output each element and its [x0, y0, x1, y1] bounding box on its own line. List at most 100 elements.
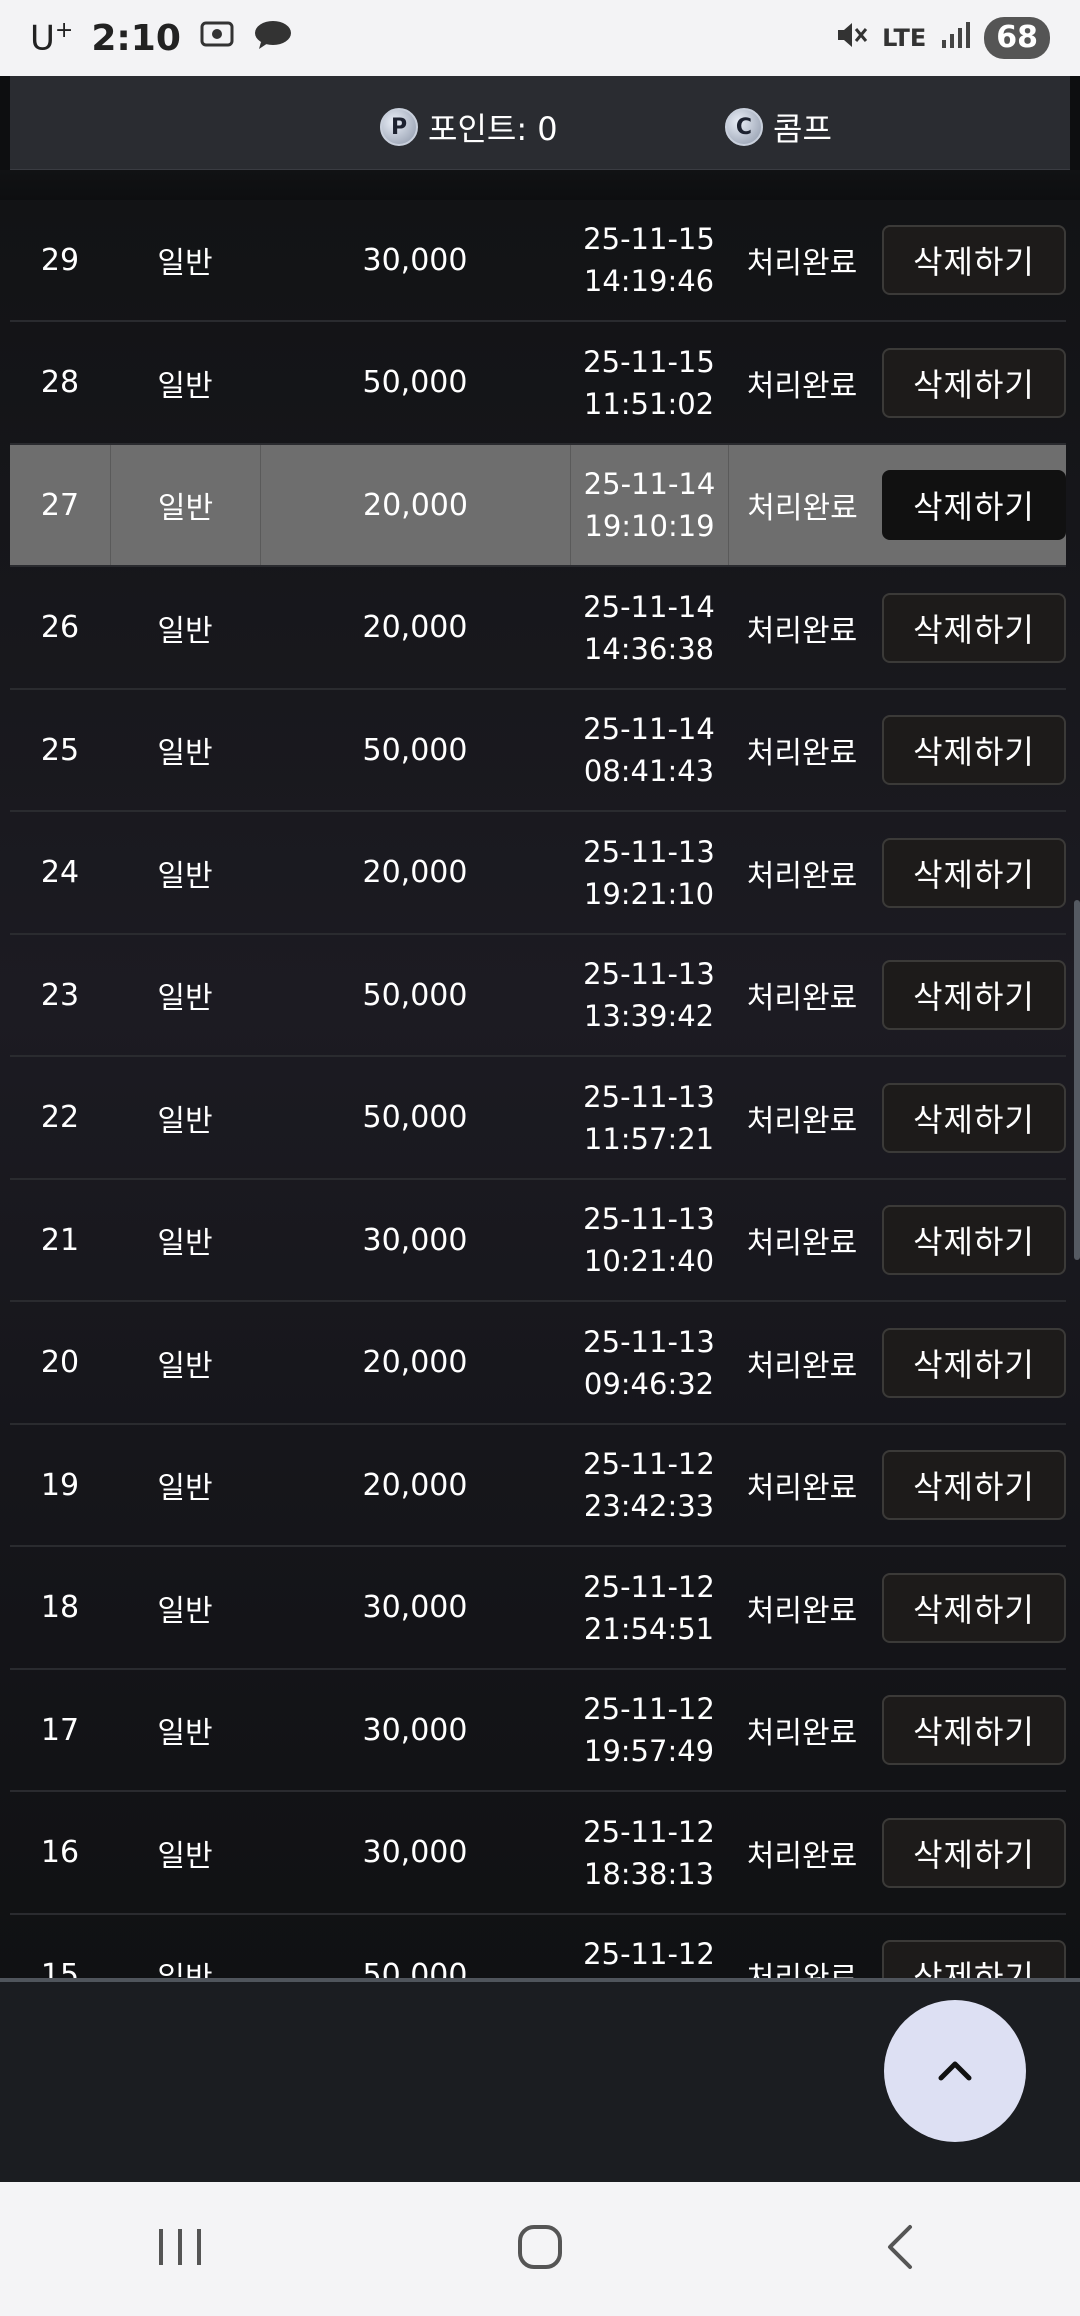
row-action: 삭제하기 [876, 1670, 1066, 1790]
row-time: 10:21:40 [583, 1244, 715, 1278]
signal-icon [940, 20, 971, 56]
table-row[interactable]: 29 일반 30,000 25-11-15 14:19:46 처리완료 삭제하기 [10, 200, 1066, 322]
row-amount: 50,000 [362, 732, 468, 768]
delete-button[interactable]: 삭제하기 [882, 1450, 1066, 1520]
header-shadow [0, 170, 1080, 200]
row-datetime: 25-11-13 10:21:40 [570, 1180, 728, 1300]
table-row[interactable]: 26 일반 20,000 25-11-14 14:36:38 처리완료 삭제하기 [10, 568, 1066, 690]
points-label: 포인트: 0 [428, 110, 558, 148]
row-type: 일반 [157, 368, 213, 404]
carrier-label: U+ [30, 17, 74, 59]
row-datetime: 25-11-1214:06:51 [570, 1915, 728, 1982]
row-time: 11:57:21 [583, 1121, 715, 1156]
table-row[interactable]: 20 일반 20,000 25-11-13 09:46:32 처리완료 삭제하기 [10, 1303, 1066, 1425]
table-row[interactable]: 28 일반 50,000 25-11-15 11:51:02 처리완료 삭제하기 [10, 323, 1066, 445]
row-status: 처리완료 [746, 1838, 858, 1874]
table-row[interactable]: 16 일반 30,000 25-11-12 18:38:13 처리완료 삭제하기 [10, 1793, 1066, 1915]
delete-button[interactable]: 삭제하기 [882, 960, 1066, 1030]
delete-button[interactable]: 삭제하기 [882, 470, 1066, 540]
row-datetime: 25-11-13 11:57:21 [570, 1058, 728, 1178]
delete-button[interactable]: 삭제하기 [882, 225, 1066, 295]
clock: 2:10 [91, 17, 181, 59]
row-number: 18 [40, 1590, 80, 1625]
row-status: 처리완료 [746, 736, 858, 771]
delete-button[interactable]: 삭제하기 [882, 1695, 1066, 1765]
row-date: 25-11-14 [583, 467, 716, 501]
status-left: U+ 2:10 [30, 18, 293, 59]
row-status: 처리완료 [746, 1716, 858, 1751]
row-date: 25-11-15 [583, 222, 715, 256]
table-row[interactable]: 17 일반 30,000 25-11-12 19:57:49 처리완료 삭제하기 [10, 1670, 1066, 1792]
scroll-top-button[interactable] [884, 2000, 1026, 2142]
row-amount: 50,000 [362, 365, 468, 400]
row-amount: 50,000 [362, 977, 468, 1013]
row-number: 29 [40, 242, 80, 278]
delete-button[interactable]: 삭제하기 [882, 592, 1066, 663]
row-action: 삭제하기 [876, 1303, 1066, 1423]
row-number: 23 [40, 977, 80, 1013]
scrollbar[interactable] [1074, 900, 1080, 1260]
nav-recent-button[interactable] [120, 2199, 240, 2299]
status-bar: U+ 2:10 LTE 68 [0, 0, 1080, 76]
delete-button[interactable]: 삭제하기 [882, 1327, 1066, 1398]
table-row[interactable]: 15 일반 50,000 25-11-1214:06:51 처리완료 삭제하기 [10, 1915, 1066, 1982]
delete-button[interactable]: 삭제하기 [882, 837, 1066, 908]
points-display: P 포인트: 0 [380, 104, 558, 150]
row-type: 일반 [157, 981, 213, 1016]
row-type: 일반 [157, 1103, 213, 1139]
row-amount: 50,000 [362, 1957, 468, 1983]
nav-back-button[interactable] [840, 2199, 960, 2299]
delete-button[interactable]: 삭제하기 [882, 1940, 1066, 1982]
delete-button[interactable]: 삭제하기 [882, 1572, 1066, 1643]
row-type: 일반 [157, 1348, 213, 1384]
row-date: 25-11-14 [583, 589, 715, 624]
table-row[interactable]: 23 일반 50,000 25-11-13 13:39:42 처리완료 삭제하기 [10, 935, 1066, 1057]
row-type: 일반 [157, 1716, 213, 1751]
row-action: 삭제하기 [876, 1058, 1066, 1178]
row-status: 처리완료 [746, 246, 858, 281]
row-datetime: 25-11-13 19:21:10 [570, 813, 728, 933]
row-time: 19:57:49 [583, 1734, 715, 1768]
row-type: 일반 [157, 858, 213, 894]
row-amount: 30,000 [362, 1712, 468, 1748]
mute-icon [834, 20, 868, 56]
row-number: 22 [40, 1100, 80, 1135]
delete-button[interactable]: 삭제하기 [882, 715, 1066, 785]
row-number: 20 [40, 1345, 80, 1380]
row-date: 25-11-12 [583, 1937, 715, 1971]
row-type: 일반 [157, 736, 213, 771]
comp-label: 콤프 [773, 110, 832, 148]
comp-display[interactable]: C 콤프 [725, 104, 832, 150]
row-datetime: 25-11-13 09:46:32 [570, 1303, 728, 1423]
row-action: 삭제하기 [876, 1180, 1066, 1300]
delete-button[interactable]: 삭제하기 [882, 1817, 1066, 1888]
history-table[interactable]: 29 일반 30,000 25-11-15 14:19:46 처리완료 삭제하기 28 일반 50… [0, 200, 1080, 1982]
chevron-up-icon [935, 2056, 975, 2086]
delete-button[interactable]: 삭제하기 [882, 1205, 1066, 1275]
screenshot-icon [199, 18, 235, 59]
messenger-icon [253, 18, 293, 59]
nav-home-button[interactable] [480, 2199, 600, 2299]
row-date: 25-11-12 [583, 1447, 715, 1481]
delete-button[interactable]: 삭제하기 [882, 1082, 1066, 1153]
row-number: 26 [40, 610, 80, 645]
row-number: 25 [40, 732, 80, 768]
home-icon [515, 2222, 565, 2276]
row-datetime: 25-11-12 21:54:51 [570, 1548, 728, 1668]
battery-indicator: 68 [984, 17, 1050, 59]
table-row[interactable]: 25 일반 50,000 25-11-14 08:41:43 처리완료 삭제하기 [10, 690, 1066, 812]
row-type: 일반 [110, 445, 260, 565]
table-row[interactable]: 19 일반 20,000 25-11-12 23:42:33 처리완료 삭제하기 [10, 1425, 1066, 1547]
row-datetime: 25-11-15 11:51:02 [570, 323, 728, 443]
row-number: 15 [40, 1957, 80, 1983]
table-row[interactable]: 21 일반 30,000 25-11-13 10:21:40 처리완료 삭제하기 [10, 1180, 1066, 1302]
row-amount: 20,000 [362, 1467, 468, 1503]
table-row[interactable]: 18 일반 30,000 25-11-12 21:54:51 처리완료 삭제하기 [10, 1548, 1066, 1670]
row-date: 25-11-14 [583, 712, 715, 746]
table-row[interactable]: 24 일반 20,000 25-11-13 19:21:10 처리완료 삭제하기 [10, 813, 1066, 935]
row-amount: 30,000 [362, 1835, 468, 1870]
table-row[interactable]: 27 일반 20,000 25-11-14 19:10:19 처리완료 삭제하기 [10, 445, 1066, 567]
row-datetime: 25-11-12 19:57:49 [570, 1670, 728, 1790]
delete-button[interactable]: 삭제하기 [882, 347, 1066, 418]
table-row[interactable]: 22 일반 50,000 25-11-13 11:57:21 처리완료 삭제하기 [10, 1058, 1066, 1180]
